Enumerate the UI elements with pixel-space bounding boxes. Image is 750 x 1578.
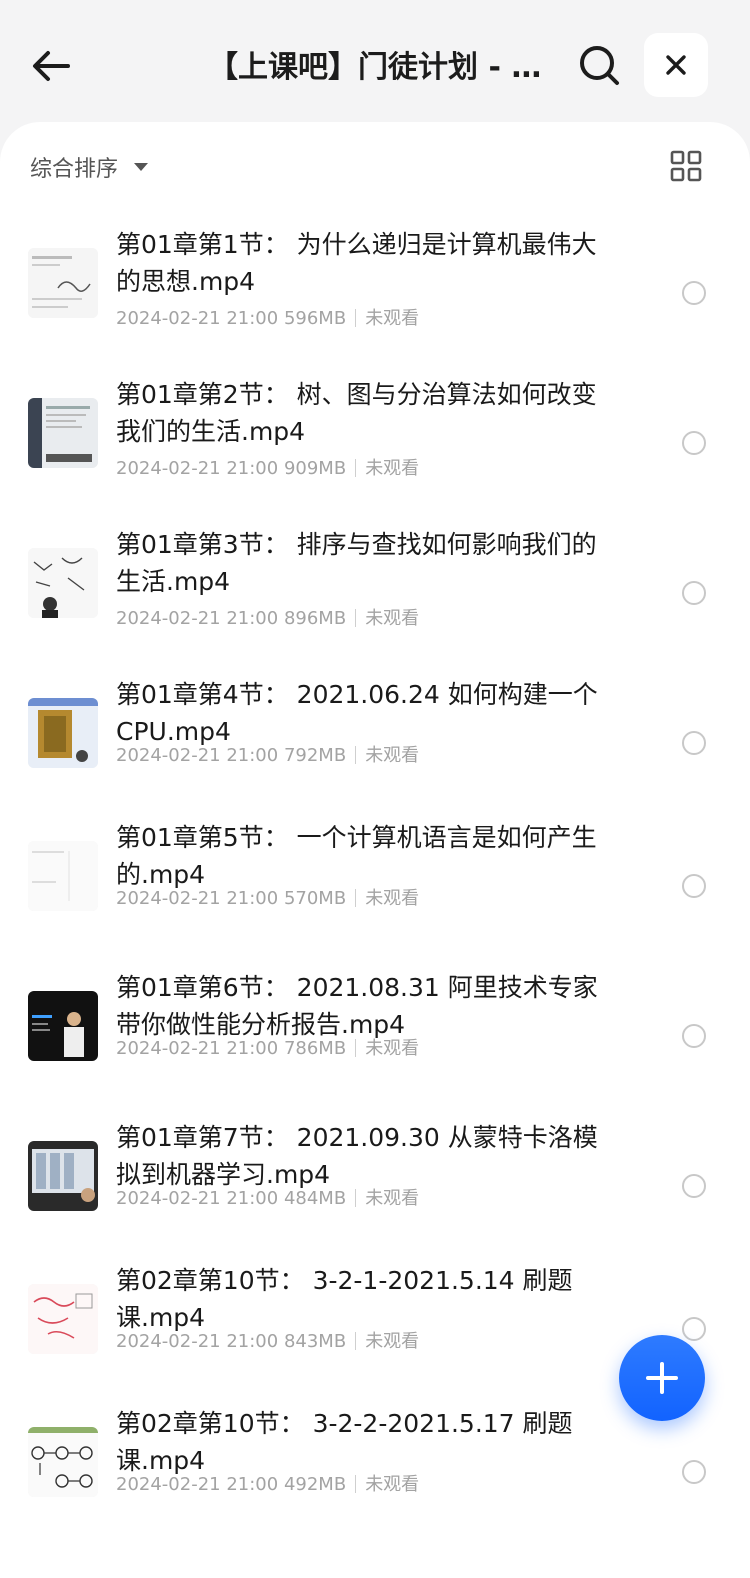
- select-radio[interactable]: [682, 731, 706, 755]
- meta-divider: [355, 889, 357, 907]
- file-size: 492MB: [283, 1474, 347, 1495]
- select-radio[interactable]: [682, 1024, 706, 1048]
- file-date: 2024-02-21 21:00: [116, 888, 279, 909]
- arrow-left-icon: [33, 51, 70, 81]
- select-radio[interactable]: [682, 1174, 706, 1198]
- file-list-item[interactable]: 第01章第2节： 树、图与分治算法如何改变我们的生活.mp4 2024-02-21…: [0, 362, 750, 512]
- select-radio[interactable]: [682, 1460, 706, 1484]
- file-meta: 2024-02-21 21:00 909MB 未观看: [116, 457, 419, 481]
- page-title: 【上课吧】门徒计划 - A...: [208, 50, 558, 85]
- meta-divider: [355, 746, 357, 764]
- watch-status: 未观看: [365, 308, 420, 329]
- file-title: 第01章第6节： 2021.08.31 阿里技术专家带你做性能分析报告.mp4: [116, 973, 598, 1039]
- video-thumbnail: [28, 398, 98, 468]
- watch-status: 未观看: [365, 1331, 420, 1352]
- watch-status: 未观看: [365, 458, 420, 479]
- file-size: 896MB: [283, 608, 347, 629]
- select-radio[interactable]: [682, 1317, 706, 1341]
- file-size: 843MB: [283, 1331, 347, 1352]
- close-icon: [666, 55, 686, 75]
- file-title: 第01章第5节： 一个计算机语言是如何产生的.mp4: [116, 823, 597, 889]
- file-meta: 2024-02-21 21:00 570MB 未观看: [116, 887, 419, 911]
- file-meta: 2024-02-21 21:00 843MB 未观看: [116, 1330, 419, 1354]
- plus-icon: [646, 1362, 678, 1394]
- watch-status: 未观看: [365, 888, 420, 909]
- video-thumbnail: [28, 1141, 98, 1211]
- file-title: 第01章第4节： 2021.06.24 如何构建一个CPU.mp4: [116, 680, 598, 746]
- search-icon: [580, 46, 619, 85]
- sort-dropdown[interactable]: 综合排序: [30, 150, 149, 184]
- watch-status: 未观看: [365, 1188, 420, 1209]
- file-date: 2024-02-21 21:00: [116, 1038, 279, 1059]
- grid-view-icon: [670, 150, 702, 182]
- file-size: 909MB: [283, 458, 347, 479]
- file-size: 792MB: [283, 745, 347, 766]
- file-list-item[interactable]: 第01章第1节： 为什么递归是计算机最伟大的思想.mp4 2024-02-21 2…: [0, 212, 750, 362]
- meta-divider: [355, 1332, 357, 1350]
- meta-divider: [355, 609, 357, 627]
- file-size: 484MB: [283, 1188, 347, 1209]
- file-title: 第02章第10节： 3-2-2-2021.5.17 刷题课.mp4: [116, 1409, 573, 1475]
- meta-divider: [355, 1189, 357, 1207]
- file-date: 2024-02-21 21:00: [116, 745, 279, 766]
- file-title: 第01章第3节： 排序与查找如何影响我们的生活.mp4: [116, 530, 597, 596]
- file-meta: 2024-02-21 21:00 786MB 未观看: [116, 1037, 419, 1061]
- file-date: 2024-02-21 21:00: [116, 608, 279, 629]
- file-list-item[interactable]: 第01章第5节： 一个计算机语言是如何产生的.mp4 2024-02-21 21:…: [0, 805, 750, 955]
- watch-status: 未观看: [365, 745, 420, 766]
- select-radio[interactable]: [682, 431, 706, 455]
- meta-divider: [355, 459, 357, 477]
- video-thumbnail: [28, 248, 98, 318]
- video-thumbnail: [28, 1284, 98, 1354]
- select-radio[interactable]: [682, 581, 706, 605]
- grid-view-button[interactable]: [670, 150, 702, 182]
- file-date: 2024-02-21 21:00: [116, 458, 279, 479]
- file-title: 第01章第1节： 为什么递归是计算机最伟大的思想.mp4: [116, 230, 597, 296]
- top-bar: 【上课吧】门徒计划 - A...: [0, 0, 750, 125]
- back-button[interactable]: [28, 42, 76, 90]
- watch-status: 未观看: [365, 608, 420, 629]
- file-meta: 2024-02-21 21:00 492MB 未观看: [116, 1473, 419, 1497]
- file-meta: 2024-02-21 21:00 896MB 未观看: [116, 607, 419, 631]
- meta-divider: [355, 1475, 357, 1493]
- file-list-item[interactable]: 第01章第4节： 2021.06.24 如何构建一个CPU.mp4 2024-02…: [0, 662, 750, 805]
- file-meta: 2024-02-21 21:00 596MB 未观看: [116, 307, 419, 331]
- video-thumbnail: [28, 991, 98, 1061]
- file-date: 2024-02-21 21:00: [116, 1188, 279, 1209]
- select-radio[interactable]: [682, 874, 706, 898]
- file-size: 596MB: [283, 308, 347, 329]
- file-size: 786MB: [283, 1038, 347, 1059]
- file-date: 2024-02-21 21:00: [116, 1331, 279, 1352]
- file-size: 570MB: [283, 888, 347, 909]
- select-radio[interactable]: [682, 281, 706, 305]
- file-date: 2024-02-21 21:00: [116, 1474, 279, 1495]
- file-meta: 2024-02-21 21:00 792MB 未观看: [116, 744, 419, 768]
- meta-divider: [355, 309, 357, 327]
- video-thumbnail: [28, 841, 98, 911]
- file-title: 第01章第2节： 树、图与分治算法如何改变我们的生活.mp4: [116, 380, 597, 446]
- search-button[interactable]: [576, 42, 624, 90]
- caret-down-icon: [134, 163, 149, 171]
- video-thumbnail: [28, 1427, 98, 1497]
- file-title: 第02章第10节： 3-2-1-2021.5.14 刷题课.mp4: [116, 1266, 573, 1332]
- close-button[interactable]: [644, 33, 708, 97]
- meta-divider: [355, 1039, 357, 1057]
- watch-status: 未观看: [365, 1038, 420, 1059]
- video-thumbnail: [28, 698, 98, 768]
- file-date: 2024-02-21 21:00: [116, 308, 279, 329]
- file-list-item[interactable]: 第01章第3节： 排序与查找如何影响我们的生活.mp4 2024-02-21 21…: [0, 512, 750, 662]
- sort-label: 综合排序: [30, 157, 119, 182]
- video-thumbnail: [28, 548, 98, 618]
- file-list-item[interactable]: 第01章第6节： 2021.08.31 阿里技术专家带你做性能分析报告.mp4 2…: [0, 955, 750, 1105]
- file-meta: 2024-02-21 21:00 484MB 未观看: [116, 1187, 419, 1211]
- file-list: 第01章第1节： 为什么递归是计算机最伟大的思想.mp4 2024-02-21 2…: [0, 212, 750, 1534]
- watch-status: 未观看: [365, 1474, 420, 1495]
- file-list-item[interactable]: 第01章第7节： 2021.09.30 从蒙特卡洛模拟到机器学习.mp4 2024…: [0, 1105, 750, 1248]
- file-title: 第01章第7节： 2021.09.30 从蒙特卡洛模拟到机器学习.mp4: [116, 1123, 598, 1189]
- add-button[interactable]: [619, 1335, 705, 1421]
